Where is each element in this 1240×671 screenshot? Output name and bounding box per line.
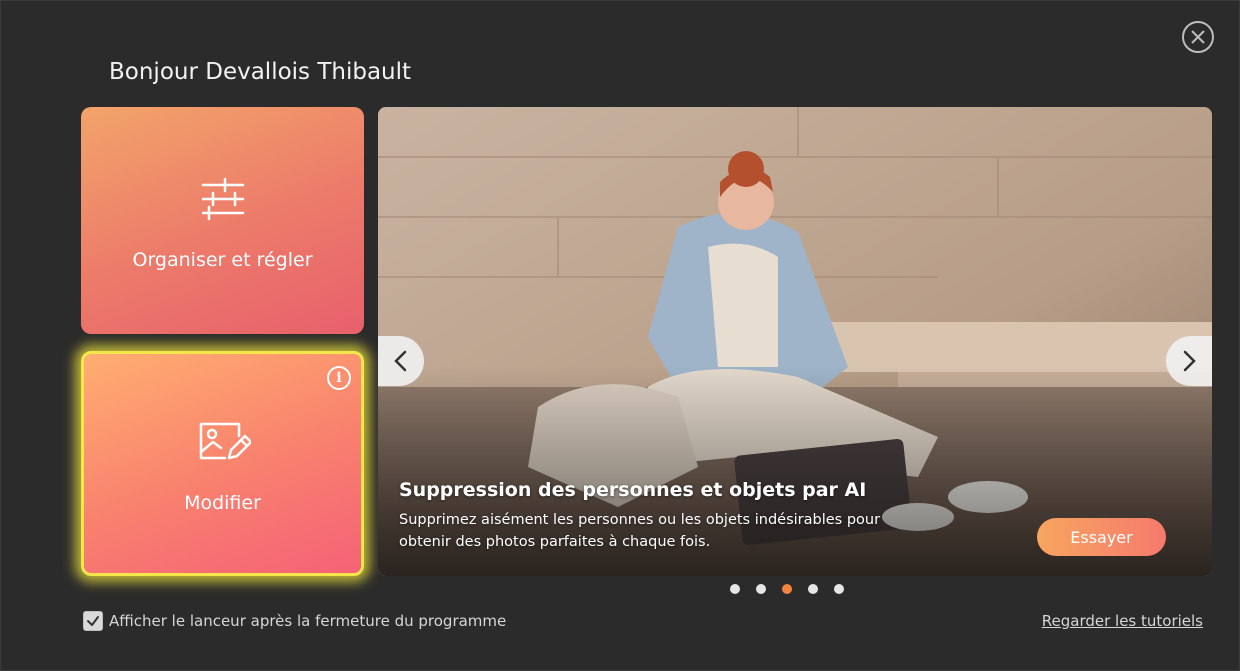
carousel-dot[interactable] xyxy=(834,584,844,594)
sliders-icon xyxy=(201,177,244,220)
modify-tile[interactable]: i Modifier xyxy=(81,351,364,576)
image-edit-icon xyxy=(199,422,251,459)
slide-photo xyxy=(378,107,1212,576)
feature-carousel: Suppression des personnes et objets par … xyxy=(378,107,1212,576)
launcher-window: Bonjour Devallois Thibault Organiser et … xyxy=(0,0,1240,671)
greeting-title: Bonjour Devallois Thibault xyxy=(109,59,412,85)
checkmark-icon xyxy=(87,616,99,626)
tutorials-link[interactable]: Regarder les tutoriels xyxy=(1042,612,1203,630)
close-button[interactable] xyxy=(1182,21,1214,53)
chevron-right-icon xyxy=(1183,350,1196,372)
slide-title: Suppression des personnes et objets par … xyxy=(399,479,867,501)
carousel-dot-active[interactable] xyxy=(782,584,792,594)
modify-tile-label: Modifier xyxy=(184,491,261,514)
try-button[interactable]: Essayer xyxy=(1037,518,1166,556)
info-icon[interactable]: i xyxy=(327,366,351,390)
carousel-dot[interactable] xyxy=(808,584,818,594)
organize-tile[interactable]: Organiser et régler xyxy=(81,107,364,334)
carousel-pagination xyxy=(730,584,844,594)
carousel-dot[interactable] xyxy=(756,584,766,594)
slide-description: Supprimez aisément les personnes ou les … xyxy=(399,512,881,550)
chevron-left-icon xyxy=(394,350,407,372)
carousel-dot[interactable] xyxy=(730,584,740,594)
close-icon xyxy=(1191,30,1205,44)
show-launcher-label[interactable]: Afficher le lanceur après la fermeture d… xyxy=(109,612,506,630)
show-launcher-checkbox[interactable] xyxy=(83,611,103,631)
show-launcher-option: Afficher le lanceur après la fermeture d… xyxy=(83,611,506,631)
carousel-next-button[interactable] xyxy=(1166,336,1212,386)
organize-tile-label: Organiser et régler xyxy=(132,248,313,271)
